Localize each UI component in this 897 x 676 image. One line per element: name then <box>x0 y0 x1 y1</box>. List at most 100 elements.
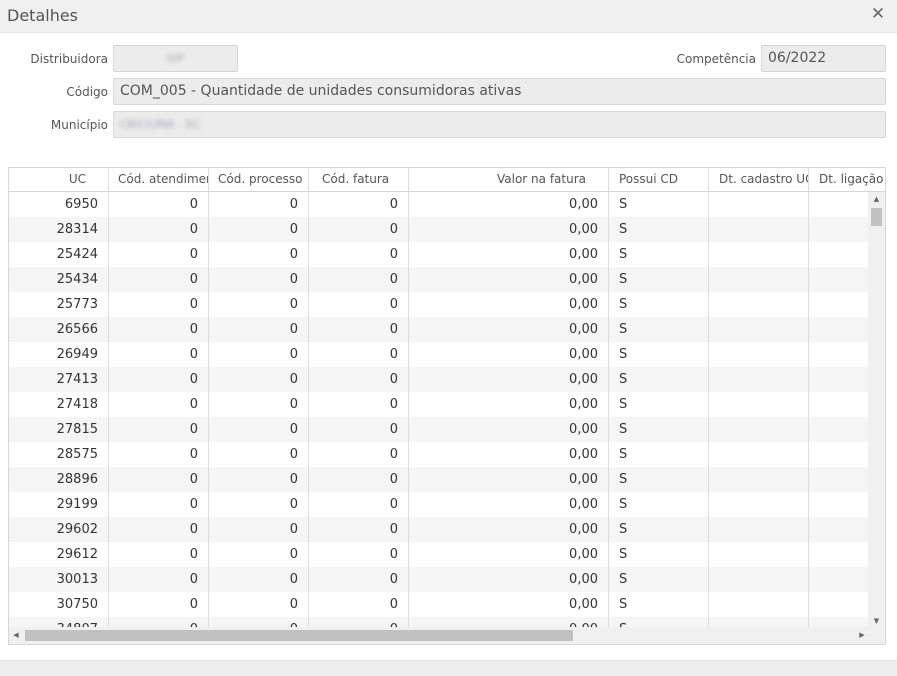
cell-dt-ligacao-uc <box>809 217 869 242</box>
cell-cod-atendimento: 0 <box>109 392 209 417</box>
cell-cod-atendimento: 0 <box>109 442 209 467</box>
cell-cod-atendimento: 0 <box>109 242 209 267</box>
vertical-scroll-thumb[interactable] <box>871 208 882 226</box>
chevron-left-icon[interactable]: ◀ <box>9 631 23 639</box>
column-header-dt-ligacao-uc[interactable]: Dt. ligação UC <box>809 168 885 192</box>
cell-valor-na-fatura: 0,00 <box>409 217 609 242</box>
cell-uc: 29199 <box>9 492 109 517</box>
cell-possui-cd: S <box>609 192 709 217</box>
cell-uc: 26566 <box>9 317 109 342</box>
dialog-titlebar: Detalhes ✕ <box>0 0 897 33</box>
cell-dt-cadastro-uc <box>709 267 809 292</box>
cell-cod-atendimento: 0 <box>109 367 209 392</box>
chevron-up-icon[interactable]: ▲ <box>868 195 885 203</box>
cell-dt-cadastro-uc <box>709 242 809 267</box>
column-header-dt-cadastro-uc[interactable]: Dt. cadastro UC <box>709 168 809 192</box>
table-row[interactable]: 27815 0 0 0 0,00 S <box>9 417 869 442</box>
cell-dt-ligacao-uc <box>809 342 869 367</box>
cell-dt-cadastro-uc <box>709 517 809 542</box>
column-header-uc[interactable]: UC <box>9 168 109 192</box>
cell-uc: 27413 <box>9 367 109 392</box>
table-row[interactable]: 30013 0 0 0 0,00 S <box>9 567 869 592</box>
cell-cod-fatura: 0 <box>309 367 409 392</box>
cell-possui-cd: S <box>609 467 709 492</box>
cell-cod-processo: 0 <box>209 217 309 242</box>
cell-cod-fatura: 0 <box>309 567 409 592</box>
table-row[interactable]: 28575 0 0 0 0,00 S <box>9 442 869 467</box>
cell-cod-processo: 0 <box>209 367 309 392</box>
table-row[interactable]: 25773 0 0 0 0,00 S <box>9 292 869 317</box>
dialog-footer <box>0 660 897 676</box>
cell-cod-processo: 0 <box>209 192 309 217</box>
column-header-cod-processo[interactable]: Cód. processo <box>209 168 309 192</box>
cell-cod-fatura: 0 <box>309 217 409 242</box>
cell-valor-na-fatura: 0,00 <box>409 317 609 342</box>
cell-dt-cadastro-uc <box>709 567 809 592</box>
competencia-label: Competência <box>676 52 756 66</box>
cell-cod-fatura: 0 <box>309 267 409 292</box>
cell-uc: 25424 <box>9 242 109 267</box>
scrollbar-corner <box>868 627 885 644</box>
cell-dt-ligacao-uc <box>809 492 869 517</box>
table-row[interactable]: 29612 0 0 0 0,00 S <box>9 542 869 567</box>
close-icon[interactable]: ✕ <box>869 4 887 26</box>
cell-valor-na-fatura: 0,00 <box>409 242 609 267</box>
table-row[interactable]: 28896 0 0 0 0,00 S <box>9 467 869 492</box>
column-header-cod-fatura[interactable]: Cód. fatura <box>309 168 409 192</box>
table-row[interactable]: 6950 0 0 0 0,00 S <box>9 192 869 217</box>
cell-cod-processo: 0 <box>209 467 309 492</box>
cell-cod-fatura: 0 <box>309 192 409 217</box>
cell-cod-processo: 0 <box>209 317 309 342</box>
cell-cod-atendimento: 0 <box>109 292 209 317</box>
cell-cod-processo: 0 <box>209 242 309 267</box>
table-row[interactable]: 29199 0 0 0 0,00 S <box>9 492 869 517</box>
table-row[interactable]: 28314 0 0 0 0,00 S <box>9 217 869 242</box>
cell-uc: 28575 <box>9 442 109 467</box>
cell-cod-fatura: 0 <box>309 542 409 567</box>
cell-possui-cd: S <box>609 542 709 567</box>
cell-cod-atendimento: 0 <box>109 192 209 217</box>
cell-valor-na-fatura: 0,00 <box>409 592 609 617</box>
table-row[interactable]: 25424 0 0 0 0,00 S <box>9 242 869 267</box>
horizontal-scroll-thumb[interactable] <box>25 630 573 641</box>
column-header-valor-na-fatura[interactable]: Valor na fatura <box>409 168 609 192</box>
competencia-field: 06/2022 <box>761 45 886 72</box>
cell-dt-cadastro-uc <box>709 367 809 392</box>
cell-cod-fatura: 0 <box>309 342 409 367</box>
cell-valor-na-fatura: 0,00 <box>409 292 609 317</box>
cell-uc: 29602 <box>9 517 109 542</box>
cell-uc: 30013 <box>9 567 109 592</box>
cell-uc: 30750 <box>9 592 109 617</box>
table-row[interactable]: 25434 0 0 0 0,00 S <box>9 267 869 292</box>
vertical-scrollbar[interactable]: ▲ ▼ <box>868 192 885 628</box>
cell-cod-atendimento: 0 <box>109 517 209 542</box>
table-row[interactable]: 26566 0 0 0 0,00 S <box>9 317 869 342</box>
column-header-cod-atendimento[interactable]: Cód. atendimento <box>109 168 209 192</box>
horizontal-scrollbar[interactable]: ◀ ▶ <box>9 627 869 644</box>
cell-dt-ligacao-uc <box>809 567 869 592</box>
table-row[interactable]: 27413 0 0 0 0,00 S <box>9 367 869 392</box>
cell-cod-atendimento: 0 <box>109 592 209 617</box>
table-row[interactable]: 29602 0 0 0 0,00 S <box>9 517 869 542</box>
cell-cod-fatura: 0 <box>309 392 409 417</box>
cell-dt-ligacao-uc <box>809 592 869 617</box>
table-row[interactable]: 26949 0 0 0 0,00 S <box>9 342 869 367</box>
cell-cod-atendimento: 0 <box>109 317 209 342</box>
column-header-possui-cd[interactable]: Possui CD <box>609 168 709 192</box>
cell-cod-fatura: 0 <box>309 317 409 342</box>
cell-valor-na-fatura: 0,00 <box>409 467 609 492</box>
cell-cod-processo: 0 <box>209 592 309 617</box>
cell-cod-processo: 0 <box>209 392 309 417</box>
cell-cod-processo: 0 <box>209 292 309 317</box>
cell-possui-cd: S <box>609 492 709 517</box>
table-row[interactable]: 30750 0 0 0 0,00 S <box>9 592 869 617</box>
cell-uc: 6950 <box>9 192 109 217</box>
cell-dt-ligacao-uc <box>809 467 869 492</box>
chevron-down-icon[interactable]: ▼ <box>868 617 885 625</box>
cell-possui-cd: S <box>609 317 709 342</box>
table-row[interactable]: 27418 0 0 0 0,00 S <box>9 392 869 417</box>
cell-valor-na-fatura: 0,00 <box>409 517 609 542</box>
cell-dt-cadastro-uc <box>709 442 809 467</box>
chevron-right-icon[interactable]: ▶ <box>855 631 869 639</box>
cell-cod-processo: 0 <box>209 442 309 467</box>
